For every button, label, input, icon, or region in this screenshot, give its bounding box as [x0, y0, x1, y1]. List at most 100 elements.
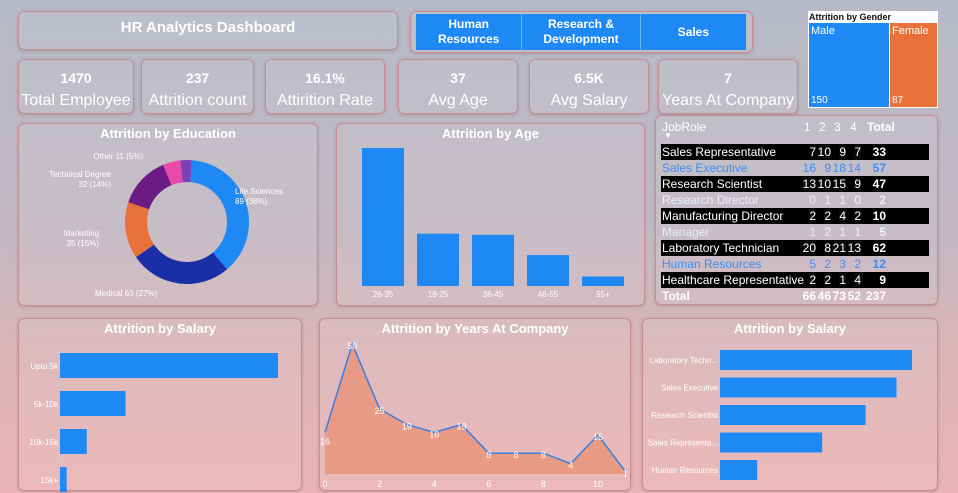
education-slice[interactable]: [128, 164, 172, 210]
matrix-cell-c1: 1: [809, 225, 816, 239]
matrix-cell-c3: 3: [839, 257, 846, 271]
matrix-row-name: Sales Representative: [662, 145, 777, 159]
jobrole-bar[interactable]: [720, 350, 912, 370]
years-tick-label: 2: [377, 479, 382, 489]
jobrole-bar-chart: Laboratory Techn... Sales Executive Resear…: [648, 350, 912, 480]
age-bar[interactable]: [582, 276, 624, 286]
kpi-avg-salary: 6.5K Avg Salary: [529, 59, 649, 114]
years-data-label: 4: [568, 461, 573, 471]
jobrole-bar[interactable]: [720, 377, 897, 398]
matrix-cell-c1: 7: [809, 145, 816, 159]
age-bar[interactable]: [527, 255, 569, 286]
matrix-row[interactable]: Laboratory Technician 20 8 21 13 62: [661, 240, 929, 256]
years-data-label: 50: [347, 341, 357, 351]
matrix-row-name: Research Director: [662, 193, 759, 207]
kpi-value: 16.1%: [305, 70, 345, 86]
dashboard-title-card: HR Analytics Dashboard: [18, 11, 398, 50]
jobrole-bar[interactable]: [720, 460, 758, 480]
matrix-cell-c4: 1: [854, 225, 861, 239]
education-slice[interactable]: [190, 160, 249, 270]
slicer-human-resources[interactable]: Human Resources: [416, 14, 523, 50]
matrix-row[interactable]: Manufacturing Director 2 2 4 2 10: [661, 208, 929, 224]
attrition-by-age-card: Attrition by Age 26-35 18-25 36-45 46-55 55+: [336, 123, 645, 306]
matrix-row[interactable]: Human Resources 5 2 3 2 12: [661, 256, 929, 272]
age-bar[interactable]: [472, 234, 514, 286]
jobrole-tick-label: Sales Executive: [661, 384, 718, 393]
matrix-cell-total: 10: [872, 209, 886, 223]
years-tick-label: 8: [541, 479, 546, 489]
matrix-cell-c1: 2: [809, 209, 816, 223]
kpi-label: Years At Company: [662, 92, 794, 109]
matrix-total-total: 237: [865, 289, 886, 303]
years-data-label: 16: [429, 429, 439, 439]
edu-label-technical-detail: 32 (14%): [79, 180, 112, 189]
attrition-by-jobrole-card: Attrition by Salary Laboratory Techn... S…: [642, 318, 938, 491]
matrix-cell-c2: 10: [817, 177, 831, 191]
matrix-cell-c2: 9: [824, 161, 831, 175]
matrix-row[interactable]: Manager 1 2 1 1 5: [661, 224, 929, 240]
jobrole-bar[interactable]: [720, 405, 866, 425]
salary-bar[interactable]: [60, 391, 126, 416]
edu-label-marketing: Marketing: [64, 229, 99, 238]
gender-chart-title: Attrition by Gender: [809, 12, 892, 22]
years-tick-label: 6: [486, 479, 491, 489]
salary-bar[interactable]: [60, 429, 87, 454]
matrix-cell-c3: 1: [839, 193, 846, 207]
matrix-total-c3: 73: [832, 289, 846, 303]
jobrole-tick-label: Laboratory Techn...: [650, 356, 718, 365]
matrix-row[interactable]: Research Director 0 1 1 0 2: [661, 192, 929, 208]
gender-female-tile[interactable]: Female 87: [890, 23, 937, 107]
slicer-research-development[interactable]: Research & Development: [522, 14, 641, 50]
matrix-cell-c2: 1: [824, 193, 831, 207]
gender-female-label: Female: [892, 25, 929, 37]
matrix-row-name: Human Resources: [662, 257, 762, 271]
education-slice[interactable]: [135, 244, 228, 284]
edu-label-other: Other 11 (5%): [93, 152, 143, 161]
matrix-sort-icon[interactable]: ▼: [664, 131, 672, 140]
matrix-cell-c3: 21: [832, 241, 846, 255]
matrix-header-col3: 3: [834, 120, 841, 134]
kpi-value: 6.5K: [574, 70, 604, 86]
matrix-row-name: Laboratory Technician: [662, 241, 780, 255]
salary-tick-label: Upto 5k: [30, 362, 59, 371]
matrix-cell-c3: 1: [839, 273, 846, 287]
age-bar[interactable]: [362, 148, 404, 286]
gender-male-tile[interactable]: Male 150: [809, 23, 889, 107]
gender-male-value: 150: [811, 95, 828, 106]
years-data-label: 19: [456, 422, 466, 432]
matrix-total-c1: 66: [802, 289, 816, 303]
salary-bar[interactable]: [60, 467, 67, 492]
matrix-row[interactable]: Research Scientist 13 10 15 9 47: [661, 176, 929, 192]
page-title: HR Analytics Dashboard: [120, 19, 296, 36]
matrix-header-total: Total: [867, 120, 895, 134]
attrition-by-years-card: Attrition by Years At Company 16 50 25 19 16…: [319, 318, 631, 491]
slicer-sales[interactable]: Sales: [641, 14, 746, 50]
edu-label-life-sciences-detail: 89 (38%): [235, 197, 268, 206]
matrix-cell-c3: 18: [832, 161, 846, 175]
kpi-attrition-rate: 16.1% Attirition Rate: [265, 59, 385, 114]
matrix-row[interactable]: Sales Representative 7 10 9 7 33: [661, 144, 929, 160]
years-data-label: 8: [541, 450, 546, 460]
matrix-row[interactable]: Healthcare Representative 2 2 1 4 9: [661, 272, 929, 288]
age-tick-label: 46-55: [538, 290, 559, 299]
matrix-cell-c4: 0: [854, 193, 861, 207]
years-area-chart: 1650251916198 8 841510 2 4 6 8 10: [320, 341, 628, 489]
matrix-cell-c1: 5: [809, 257, 816, 271]
matrix-cell-total: 57: [872, 161, 886, 175]
matrix-cell-c3: 15: [832, 177, 846, 191]
attrition-by-education-card: Attrition by Education Life Sciences 89 …: [18, 123, 318, 306]
kpi-attrition-count: 237 Attrition count: [141, 59, 254, 114]
matrix-total-name: Total: [662, 289, 690, 303]
matrix-cell-c1: 0: [809, 193, 816, 207]
jobrole-bar[interactable]: [720, 432, 823, 453]
years-data-label: 1: [623, 468, 628, 478]
matrix-cell-c2: 2: [824, 257, 831, 271]
matrix-row[interactable]: Sales Executive 16 9 18 14 57: [661, 160, 929, 176]
kpi-value: 7: [724, 70, 732, 86]
matrix-cell-c4: 4: [854, 273, 861, 287]
matrix-cell-total: 62: [872, 241, 886, 255]
salary-tick-label: 5k-10k: [34, 400, 59, 409]
salary-bar[interactable]: [60, 353, 278, 378]
matrix-cell-c3: 4: [839, 209, 846, 223]
age-bar[interactable]: [417, 233, 459, 286]
